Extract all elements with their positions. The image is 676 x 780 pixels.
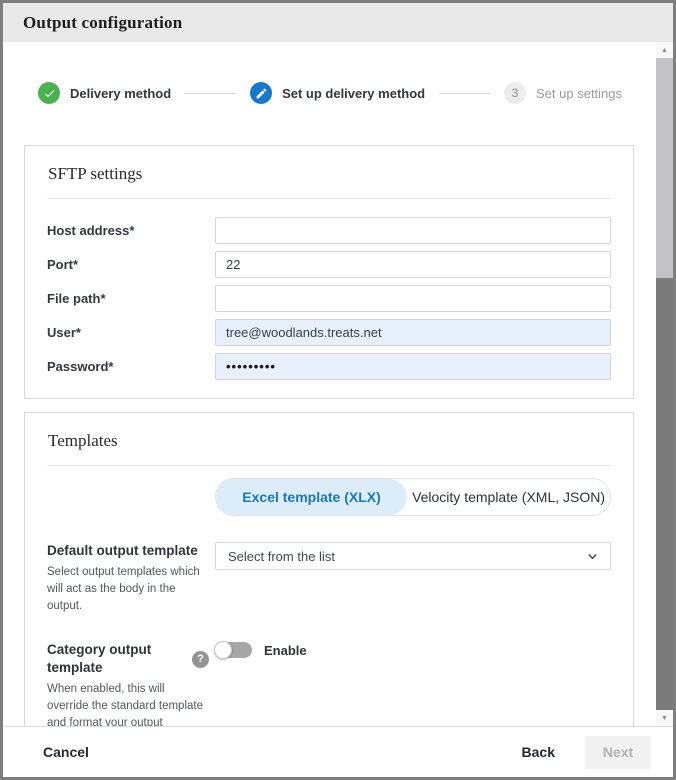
next-button[interactable]: Next: [585, 736, 651, 769]
scrollbar[interactable]: ▲ ▼: [656, 42, 673, 726]
step-label: Set up settings: [536, 86, 622, 101]
tab-velocity-template[interactable]: Velocity template (XML, JSON): [407, 479, 610, 515]
sftp-settings-heading: SFTP settings: [47, 160, 611, 199]
templates-card: Templates Excel template (XLX) Velocity …: [24, 412, 634, 726]
step-connector: [185, 93, 236, 94]
category-output-template-right: Enable: [215, 641, 611, 659]
output-configuration-modal: Output configuration Delivery method Set…: [0, 0, 676, 780]
category-output-template-left: Category output template ? When enabled,…: [47, 641, 215, 726]
tab-excel-template[interactable]: Excel template (XLX): [216, 479, 407, 515]
category-output-template-row: Category output template ? When enabled,…: [47, 641, 611, 726]
field-row-password: Password*: [47, 353, 611, 380]
step-setup-settings[interactable]: 3 Set up settings: [504, 82, 622, 104]
sftp-settings-card: SFTP settings Host address* Port* File p…: [24, 145, 634, 399]
default-output-template-help: Select output templates which will act a…: [47, 564, 209, 615]
modal-footer: Cancel Back Next: [3, 726, 673, 777]
pencil-icon: [250, 82, 272, 104]
modal-header: Output configuration: [3, 3, 673, 42]
scrollbar-thumb[interactable]: [656, 58, 673, 278]
dropdown-selected-value: Select from the list: [228, 549, 335, 564]
step-number-badge: 3: [504, 82, 526, 104]
category-output-template-help: When enabled, this will override the sta…: [47, 681, 209, 726]
step-label: Delivery method: [70, 86, 171, 101]
sftp-field-rows: Host address* Port* File path* User*: [47, 199, 611, 380]
step-delivery-method[interactable]: Delivery method: [38, 82, 171, 104]
default-output-template-left: Default output template Select output te…: [47, 542, 215, 615]
scrollbar-track[interactable]: [656, 278, 673, 710]
default-output-template-select[interactable]: Select from the list: [215, 542, 611, 570]
user-label: User*: [47, 325, 215, 340]
default-output-template-right: Select from the list: [215, 542, 611, 570]
field-row-host-address: Host address*: [47, 217, 611, 244]
host-address-label: Host address*: [47, 223, 215, 238]
port-label: Port*: [47, 257, 215, 272]
category-output-template-label: Category output template: [47, 641, 184, 677]
check-icon: [38, 82, 60, 104]
field-row-user: User*: [47, 319, 611, 346]
templates-heading: Templates: [47, 427, 611, 466]
scroll-up-icon[interactable]: ▲: [656, 42, 673, 58]
default-output-template-label: Default output template: [47, 542, 209, 560]
password-input[interactable]: [215, 353, 611, 380]
chevron-down-icon: [587, 551, 598, 562]
step-connector: [439, 93, 490, 94]
modal-body: Delivery method Set up delivery method 3…: [3, 42, 673, 726]
field-row-file-path: File path*: [47, 285, 611, 312]
toggle-knob: [214, 641, 232, 659]
step-setup-delivery-method[interactable]: Set up delivery method: [250, 82, 425, 104]
step-label: Set up delivery method: [282, 86, 425, 101]
back-button[interactable]: Back: [522, 744, 555, 760]
file-path-input[interactable]: [215, 285, 611, 312]
scroll-down-icon[interactable]: ▼: [656, 710, 673, 726]
template-tab-group: Excel template (XLX) Velocity template (…: [215, 478, 611, 516]
default-output-template-row: Default output template Select output te…: [47, 542, 611, 615]
cancel-button[interactable]: Cancel: [43, 744, 89, 760]
port-input[interactable]: [215, 251, 611, 278]
user-input[interactable]: [215, 319, 611, 346]
field-row-port: Port*: [47, 251, 611, 278]
template-tabs-row: Excel template (XLX) Velocity template (…: [47, 478, 611, 516]
file-path-label: File path*: [47, 291, 215, 306]
wizard-stepper: Delivery method Set up delivery method 3…: [38, 82, 622, 104]
enable-toggle[interactable]: [215, 642, 252, 658]
modal-title: Output configuration: [23, 13, 182, 33]
scroll-content: Delivery method Set up delivery method 3…: [3, 42, 656, 726]
host-address-input[interactable]: [215, 217, 611, 244]
help-icon[interactable]: ?: [192, 651, 209, 668]
password-label: Password*: [47, 359, 215, 374]
enable-toggle-label: Enable: [264, 643, 307, 658]
tabs-spacer: [47, 478, 215, 516]
